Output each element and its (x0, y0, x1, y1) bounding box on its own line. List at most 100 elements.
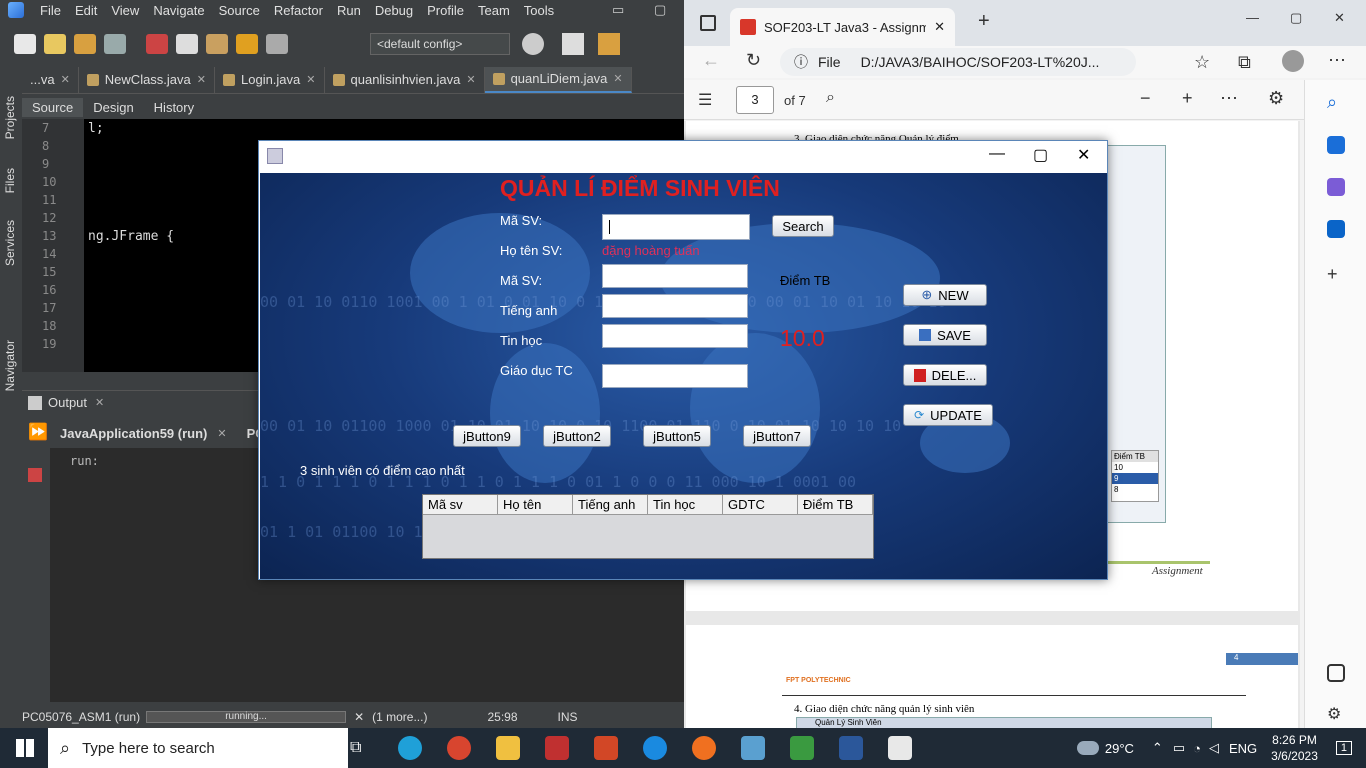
back-icon[interactable]: ← (702, 50, 720, 71)
table-header-hoten[interactable]: Họ tên (498, 495, 573, 515)
tinhoc-input[interactable] (602, 324, 748, 348)
close-icon[interactable]: ✕ (95, 396, 104, 409)
clean-build-icon[interactable] (598, 33, 620, 55)
menu-team[interactable]: Team (478, 3, 510, 18)
redo-icon[interactable] (266, 34, 288, 54)
bing-icon[interactable] (1327, 136, 1345, 154)
zalo-icon[interactable] (643, 736, 667, 760)
menu-debug[interactable]: Debug (375, 3, 413, 18)
tab-newclass[interactable]: NewClass.java ✕ (79, 66, 215, 93)
close-icon[interactable]: ✕ (354, 710, 364, 724)
menu-profile[interactable]: Profile (427, 3, 464, 18)
top-students-table[interactable]: Mã sv Họ tên Tiếng anh Tin học GDTC Điểm… (422, 494, 874, 559)
close-icon[interactable]: ✕ (466, 73, 475, 86)
close-icon[interactable]: ✕ (197, 73, 206, 86)
history-mode-button[interactable]: History (144, 98, 204, 117)
restore-icon[interactable]: ▢ (1290, 10, 1302, 26)
status-more[interactable]: (1 more...) (372, 710, 427, 724)
new-button[interactable]: ⊕ NEW (903, 284, 987, 306)
design-mode-button[interactable]: Design (83, 98, 143, 117)
tab-file-va[interactable]: ...va ✕ (22, 66, 79, 93)
close-icon[interactable]: ✕ (61, 73, 70, 86)
paste-icon[interactable] (206, 34, 228, 54)
close-icon[interactable]: ✕ (1077, 145, 1090, 165)
build-icon[interactable] (562, 33, 584, 55)
save-button[interactable]: SAVE (903, 324, 987, 346)
jbutton7[interactable]: jButton7 (743, 425, 811, 447)
search-icon[interactable]: ⌕ (1327, 92, 1345, 112)
menu-refactor[interactable]: Refactor (274, 3, 323, 18)
tab-quanlidiem[interactable]: quanLiDiem.java ✕ (484, 66, 632, 93)
menu-navigate[interactable]: Navigate (153, 3, 204, 18)
open-project-icon[interactable] (74, 34, 96, 54)
table-header-masv[interactable]: Mã sv (423, 495, 498, 515)
jbutton9[interactable]: jButton9 (453, 425, 521, 447)
table-header-tienganh[interactable]: Tiếng anh (573, 495, 648, 515)
more-icon[interactable]: ⋯ (1328, 50, 1346, 71)
edge-icon[interactable] (398, 736, 422, 760)
minimize-icon[interactable]: — (1246, 10, 1259, 25)
copy-icon[interactable] (176, 34, 198, 54)
output-title[interactable]: Output (48, 395, 87, 410)
settings-icon[interactable]: ⚙ (1327, 704, 1345, 723)
close-window-icon[interactable]: ✕ (1334, 10, 1345, 26)
services-panel-tab[interactable]: Services (3, 220, 17, 266)
maximize-icon[interactable]: ▢ (1033, 145, 1048, 165)
pdf-more-icon[interactable]: ⋯ (1220, 88, 1238, 109)
menu-run[interactable]: Run (337, 3, 361, 18)
masv-search-input[interactable] (602, 214, 750, 240)
refresh-icon[interactable]: ↻ (746, 50, 761, 71)
tray-chevron-icon[interactable]: ⌃ (1152, 740, 1163, 756)
add-icon[interactable]: + (1327, 264, 1345, 284)
collections-icon[interactable]: ⧉ (1238, 52, 1251, 73)
favorites-icon[interactable]: ☆ (1194, 52, 1210, 73)
jbutton2[interactable]: jButton2 (543, 425, 611, 447)
table-header-gdtc[interactable]: GDTC (723, 495, 798, 515)
new-file-icon[interactable] (14, 34, 36, 54)
app-grid-icon[interactable] (545, 736, 569, 760)
save-all-icon[interactable] (104, 34, 126, 54)
powerpoint-icon[interactable] (594, 736, 618, 760)
menu-source[interactable]: Source (219, 3, 260, 18)
close-icon[interactable]: ✕ (934, 19, 945, 35)
masv-input[interactable] (602, 264, 748, 288)
cut-icon[interactable] (146, 34, 168, 54)
network-icon[interactable]: ◔ (1193, 741, 1201, 756)
page-number-input[interactable]: 3 (736, 86, 774, 114)
info-icon[interactable]: ⓘ (794, 52, 808, 72)
clock[interactable]: 8:26 PM 3/6/2023 (1271, 732, 1318, 764)
outlook-icon[interactable] (1327, 220, 1345, 238)
battery-icon[interactable]: ▭ (1173, 740, 1185, 756)
task-view-icon[interactable]: ⧉ (350, 739, 361, 757)
minimize-icon[interactable]: — (989, 145, 1005, 163)
firefox-icon[interactable] (692, 736, 716, 760)
contents-icon[interactable]: ☰ (698, 90, 712, 110)
tab-actions-icon[interactable] (700, 15, 716, 31)
notification-icon[interactable]: 1 (1335, 741, 1352, 755)
table-header-diemtb[interactable]: Điểm TB (798, 495, 873, 515)
config-select[interactable]: <default config> (370, 33, 510, 55)
run-icon[interactable] (522, 33, 544, 55)
output-tab-run[interactable]: JavaApplication59 (run) (60, 426, 207, 441)
update-button[interactable]: ⟳ UPDATE (903, 404, 993, 426)
menu-tools[interactable]: Tools (524, 3, 554, 18)
language-indicator[interactable]: ENG (1229, 741, 1257, 756)
word-icon[interactable] (839, 736, 863, 760)
close-icon[interactable]: ✕ (613, 72, 622, 85)
new-tab-icon[interactable]: + (978, 10, 990, 33)
profile-avatar[interactable] (1282, 50, 1304, 72)
rerun-icon[interactable]: ⏩ (28, 422, 48, 442)
settings-icon[interactable]: ⚙ (1268, 88, 1284, 109)
delete-button[interactable]: DELE... (903, 364, 987, 386)
weather-temp[interactable]: 29°C (1105, 741, 1134, 756)
gdtc-input[interactable] (602, 364, 748, 388)
taskbar-search[interactable]: ⌕ Type here to search (48, 728, 348, 768)
minimize-icon[interactable]: ▭ (612, 2, 624, 18)
tab-login[interactable]: Login.java ✕ (215, 66, 325, 93)
games-icon[interactable] (1327, 178, 1345, 196)
search-icon[interactable]: ⌕ (826, 89, 835, 107)
menu-edit[interactable]: Edit (75, 3, 97, 18)
tienganh-input[interactable] (602, 294, 748, 318)
jbutton5[interactable]: jButton5 (643, 425, 711, 447)
file-explorer-icon[interactable] (496, 736, 520, 760)
